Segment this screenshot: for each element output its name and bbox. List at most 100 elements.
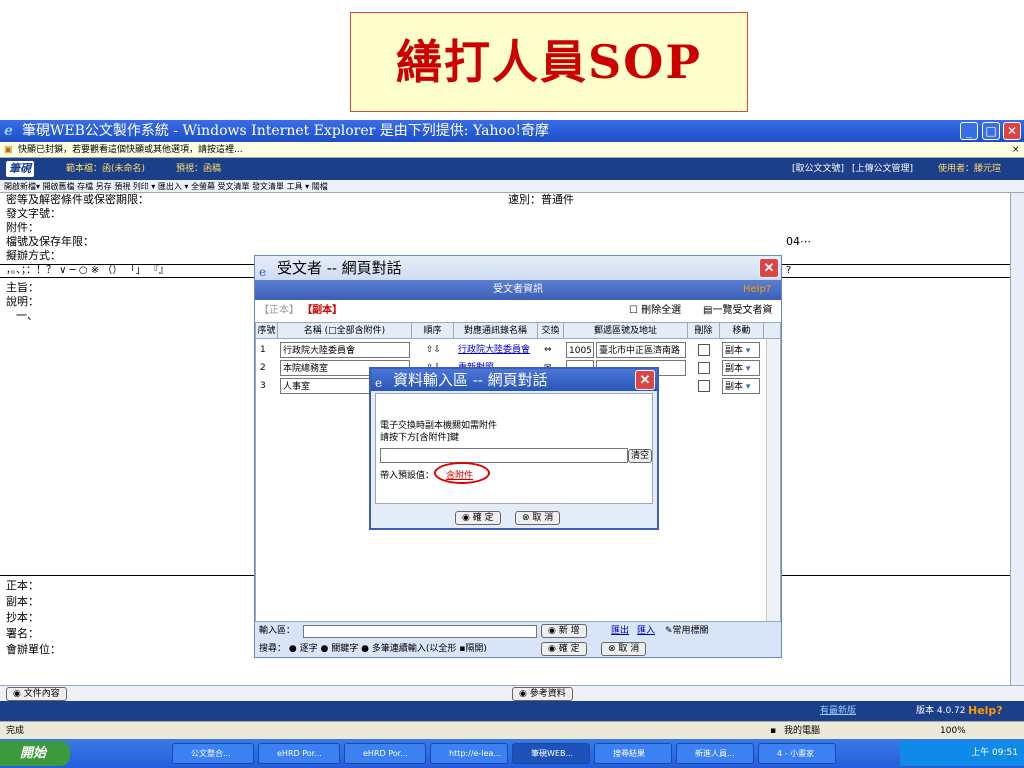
- zone-text: 我的電腦: [784, 726, 821, 736]
- new-version-link[interactable]: 有最新版: [820, 701, 856, 721]
- table-scrollbar[interactable]: [766, 339, 779, 621]
- row-addr[interactable]: 臺北市中正區濟南路: [596, 342, 686, 358]
- radio-keyword-label: 關鍵字: [331, 644, 359, 654]
- export-link[interactable]: 匯出: [611, 622, 629, 640]
- task-item-7[interactable]: 新進人員...: [676, 743, 754, 764]
- toolbar-item-fullscreen[interactable]: 全螢幕: [191, 182, 215, 191]
- tab-reference[interactable]: ◉ 參考資料: [512, 687, 573, 701]
- radio-multi[interactable]: ● 多筆連續輸入(以全形 ▪隔開): [361, 644, 487, 654]
- reference-icon: ◉: [519, 689, 527, 699]
- field-subject[interactable]: 主旨：: [6, 281, 39, 295]
- dialog2-ok-button[interactable]: ◉ 確 定: [455, 511, 501, 525]
- maximize-button[interactable]: □: [982, 122, 1000, 140]
- row-delete-checkbox[interactable]: [698, 344, 710, 356]
- field-desc-item[interactable]: 一、: [16, 309, 38, 323]
- upload-doc-link[interactable]: [上傳公文管理]: [852, 158, 913, 180]
- field-speed[interactable]: 速別：普通件: [508, 193, 574, 207]
- toolbar-item-saveas[interactable]: 另存: [96, 182, 112, 191]
- toolbar-item-new[interactable]: 開啟新檔▾: [4, 182, 40, 191]
- delete-all-checkbox[interactable]: ☐ 刪除全選: [629, 300, 681, 322]
- toolbar-item-close[interactable]: 關檔: [312, 182, 328, 191]
- field-co-unit[interactable]: 會辦單位：: [6, 643, 61, 657]
- field-desc[interactable]: 說明：: [6, 295, 39, 309]
- toolbar-item-export[interactable]: 匯出入 ▾: [158, 182, 189, 191]
- tab-content[interactable]: ◉ 文件內容: [6, 687, 67, 701]
- task-item-2[interactable]: eHRD Por...: [258, 743, 340, 764]
- task-item-1[interactable]: 公文整合...: [172, 743, 254, 764]
- field-sign[interactable]: 署名：: [6, 627, 39, 641]
- help-link[interactable]: Help?: [968, 701, 1003, 721]
- row-no: 3: [258, 378, 276, 394]
- tab-original[interactable]: 【正本】: [259, 305, 299, 316]
- recipient-dialog-title: 受文者 -- 網頁對話: [277, 259, 402, 277]
- radio-keyword[interactable]: ● 關鍵字: [321, 644, 359, 654]
- row-delete-checkbox[interactable]: [698, 380, 710, 392]
- common-orgs-link[interactable]: ✎常用標關: [665, 622, 709, 640]
- dialog2-cancel-button[interactable]: ⊗ 取 消: [515, 511, 561, 525]
- table-row: 1 行政院大陸委員會 ⇧⇩ 行政院大陸委員會 ⇔ 10051 臺北市中正區濟南路…: [256, 341, 780, 359]
- row-name[interactable]: 行政院大陸委員會: [280, 342, 410, 358]
- start-button[interactable]: 開始: [0, 741, 70, 766]
- field-method[interactable]: 擬辦方式：: [6, 249, 61, 263]
- row-type-select[interactable]: 副本 ▾: [722, 378, 760, 394]
- toolbar-item-save[interactable]: 存檔: [77, 182, 93, 191]
- tab-copy[interactable]: 【副本】: [302, 305, 342, 316]
- task-item-5[interactable]: 筆硯WEB...: [512, 743, 590, 764]
- field-archive[interactable]: 檔號及保存年限：: [6, 235, 94, 249]
- toolbar-item-preview[interactable]: 預視: [114, 182, 130, 191]
- data-input-close-icon[interactable]: ✕: [635, 370, 655, 390]
- col-delete[interactable]: 刪除: [688, 323, 720, 339]
- zoom-level[interactable]: 100%: [940, 722, 966, 740]
- toolbar-item-tools[interactable]: 工具 ▾: [287, 182, 310, 191]
- row-type-select[interactable]: 副本 ▾: [722, 360, 760, 376]
- recipient-tabs: 【正本】 【副本】 ☐ 刪除全選 ▤一覽受文者資訊: [255, 300, 781, 338]
- ok-icon: ◉: [548, 644, 556, 654]
- col-map: 對應通訊錄名稱: [454, 323, 538, 339]
- col-name[interactable]: 名稱 (□全部含附件): [278, 323, 412, 339]
- row-zip[interactable]: 10051: [566, 342, 594, 358]
- toolbar-item-recipients[interactable]: 受文清單: [218, 182, 250, 191]
- input-label: 輸入區：: [259, 626, 296, 636]
- add-button[interactable]: ◉ 新 增: [541, 624, 587, 638]
- minimize-button[interactable]: _: [960, 122, 978, 140]
- ok-button[interactable]: ◉ 確 定: [541, 642, 587, 656]
- field-docno[interactable]: 發文字號：: [6, 207, 61, 221]
- toolbar-item-print[interactable]: 列印 ▾: [133, 182, 156, 191]
- window-titlebar: e 筆硯WEB公文製作系統 - Windows Internet Explore…: [0, 120, 1024, 142]
- order-arrows-icon[interactable]: ⇧⇩: [424, 342, 452, 358]
- highlight-circle: [434, 462, 490, 484]
- toolbar-item-open[interactable]: 開啟舊檔: [43, 182, 75, 191]
- recipient-input[interactable]: [303, 625, 537, 638]
- row-type-select[interactable]: 副本 ▾: [722, 342, 760, 358]
- take-docno-link[interactable]: [取公文文號]: [792, 158, 844, 180]
- search-label: 搜尋：: [259, 644, 287, 654]
- radio-exact[interactable]: ● 逐字: [289, 644, 318, 654]
- recipient-table-header: 序號 名稱 (□全部含附件) 順序 對應通訊錄名稱 交換 郵遞區號及地址 刪除 …: [256, 323, 780, 339]
- infobar-close-icon[interactable]: ×: [1012, 142, 1020, 158]
- recipient-help[interactable]: Help?: [743, 280, 771, 300]
- add-icon: ◉: [548, 626, 556, 636]
- default-label: 帶入預設值：: [380, 471, 435, 481]
- import-link[interactable]: 匯入: [637, 622, 655, 640]
- row-delete-checkbox[interactable]: [698, 362, 710, 374]
- recipient-dialog-close-icon[interactable]: ✕: [759, 258, 779, 278]
- page-scrollbar[interactable]: [1010, 193, 1024, 685]
- punct-help[interactable]: ?: [786, 265, 791, 277]
- toolbar-item-dispatch[interactable]: 發文清單: [252, 182, 284, 191]
- task-item-8[interactable]: 4 - 小畫家: [758, 743, 836, 764]
- popup-infobar[interactable]: ▣ 快顯已封鎖，若要觀看這個快顯或其他選項，請按這裡... ×: [0, 142, 1024, 158]
- close-button[interactable]: ✕: [1003, 122, 1021, 140]
- task-item-4[interactable]: http://e-lea...: [430, 743, 508, 764]
- field-attach[interactable]: 附件：: [6, 221, 39, 235]
- cancel-button[interactable]: ⊗ 取 消: [601, 642, 647, 656]
- field-original[interactable]: 正本：: [6, 579, 39, 593]
- field-cc[interactable]: 抄本：: [6, 611, 39, 625]
- field-copy[interactable]: 副本：: [6, 595, 39, 609]
- task-item-6[interactable]: 搜尋結果: [594, 743, 672, 764]
- data-input-field[interactable]: [380, 448, 628, 463]
- task-item-3[interactable]: eHRD Por...: [344, 743, 426, 764]
- row-map[interactable]: 行政院大陸委員會: [456, 342, 536, 358]
- app-logo: 筆硯: [6, 161, 34, 177]
- field-secret[interactable]: 密等及解密條件或保密期限：: [6, 193, 149, 207]
- clear-button[interactable]: 清空: [628, 449, 652, 463]
